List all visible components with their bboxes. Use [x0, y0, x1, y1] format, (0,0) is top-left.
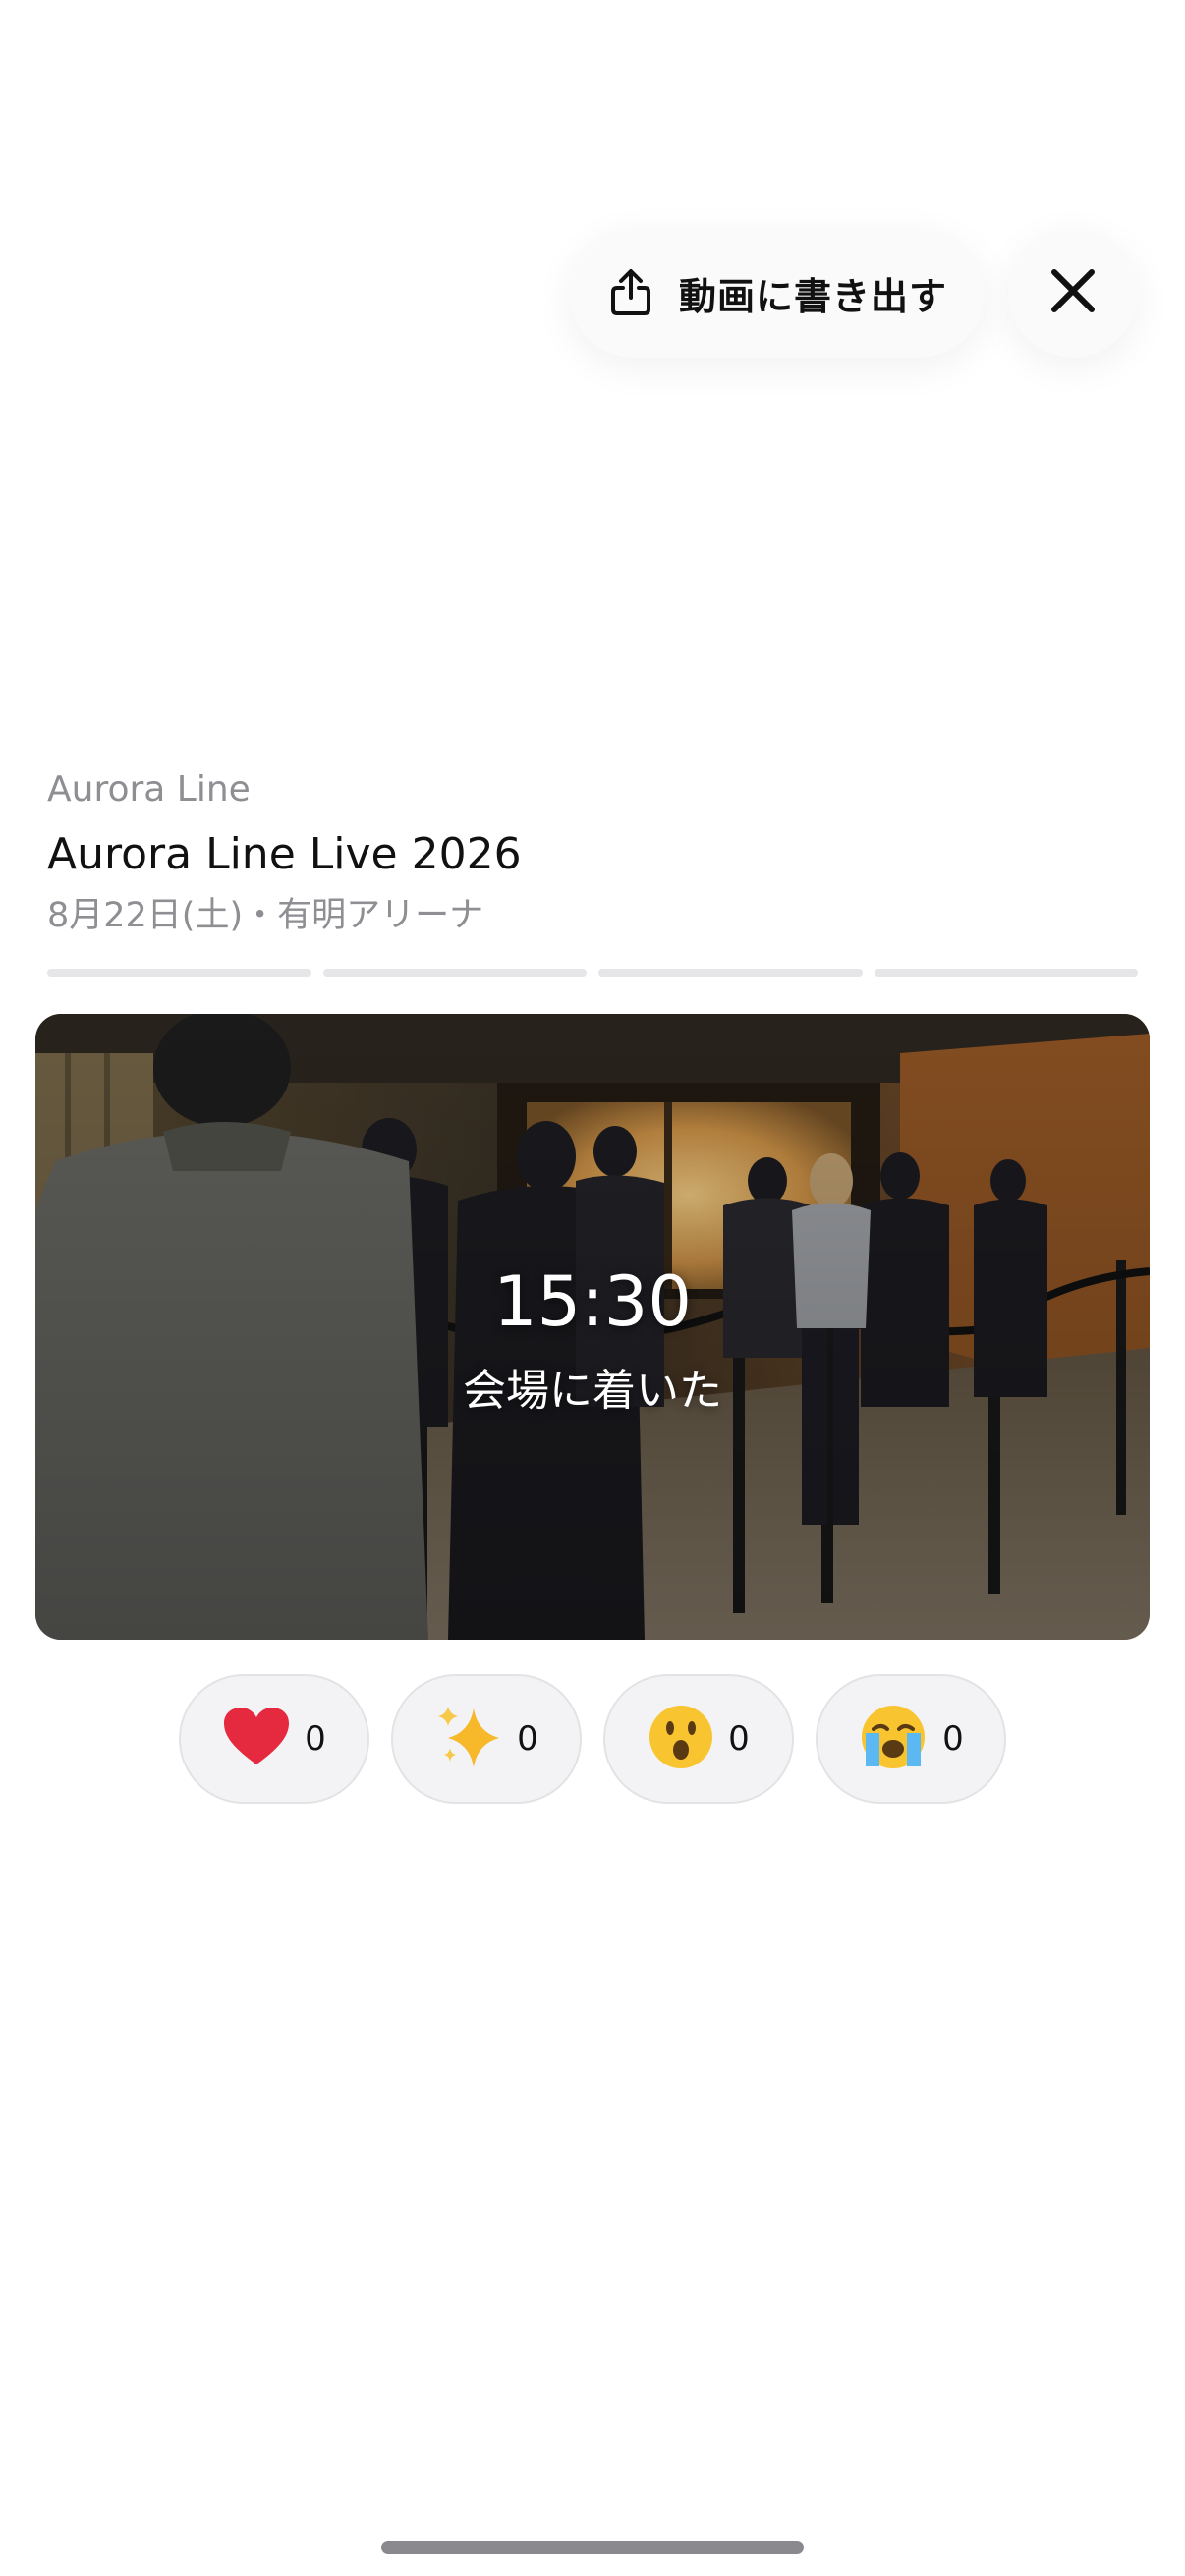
progress-segment — [598, 969, 863, 977]
close-icon — [1050, 268, 1096, 317]
event-title: Aurora Line Live 2026 — [47, 829, 522, 879]
close-button[interactable] — [1008, 228, 1138, 358]
reaction-bar: 0 0 0 0 — [0, 1674, 1185, 1804]
story-time: 15:30 — [493, 1260, 692, 1342]
share-icon — [606, 268, 655, 317]
story-photo-card[interactable]: 15:30 会場に着いた — [35, 1014, 1150, 1640]
story-progress — [47, 969, 1138, 977]
reaction-count: 0 — [305, 1719, 326, 1759]
reaction-count: 0 — [517, 1719, 538, 1759]
reaction-count: 0 — [728, 1719, 750, 1759]
progress-segment — [322, 969, 587, 977]
export-video-button[interactable]: 動画に書き出す — [568, 228, 985, 358]
progress-segment — [874, 969, 1138, 977]
heart-icon — [222, 1706, 291, 1772]
story-caption: 会場に着いた — [463, 1365, 722, 1416]
artist-name: Aurora Line — [47, 769, 251, 810]
surprised-face-icon — [648, 1704, 714, 1774]
reaction-crying-button[interactable]: 0 — [816, 1674, 1006, 1804]
story-overlay: 15:30 会場に着いた — [35, 1014, 1150, 1640]
reaction-heart-button[interactable]: 0 — [179, 1674, 369, 1804]
reaction-sparkles-button[interactable]: 0 — [391, 1674, 582, 1804]
export-video-label: 動画に書き出す — [678, 274, 947, 318]
event-date-venue: 8月22日(土)・有明アリーナ — [47, 896, 484, 935]
home-indicator[interactable] — [381, 2541, 804, 2554]
event-info: Aurora Line Aurora Line Live 2026 8月22日(… — [47, 766, 1138, 939]
reaction-count: 0 — [942, 1719, 964, 1759]
sparkles-icon — [434, 1703, 503, 1775]
story-viewer-screen: 動画に書き出す Aurora Line Aurora Line Live 202… — [0, 0, 1185, 2576]
reaction-surprised-button[interactable]: 0 — [603, 1674, 794, 1804]
top-action-bar: 動画に書き出す — [568, 228, 1138, 358]
crying-face-icon — [858, 1704, 929, 1774]
progress-segment — [47, 969, 311, 977]
